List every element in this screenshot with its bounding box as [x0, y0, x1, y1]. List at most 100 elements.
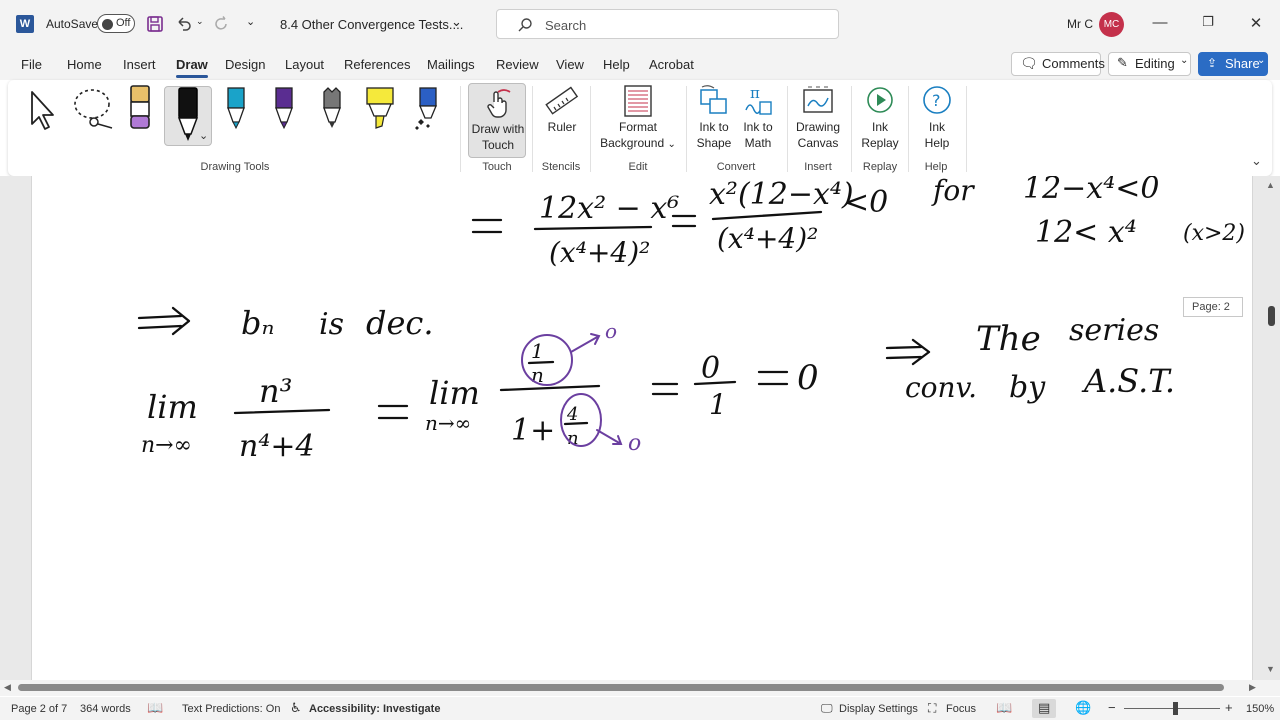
tab-mailings[interactable]: Mailings	[427, 57, 475, 72]
tab-review[interactable]: Review	[496, 57, 539, 72]
ink-to-math-icon[interactable]: π	[742, 84, 774, 118]
label-line: Background ⌄	[596, 135, 680, 153]
search-box[interactable]: Search	[496, 9, 839, 39]
tab-references[interactable]: References	[344, 57, 410, 72]
avatar[interactable]: MC	[1099, 12, 1124, 37]
ink-help-icon[interactable]: ?	[921, 84, 953, 116]
accessibility-status[interactable]: Accessibility: Investigate	[309, 703, 440, 715]
horizontal-scrollbar[interactable]: ◀ ▶	[0, 680, 1280, 696]
tab-view[interactable]: View	[556, 57, 584, 72]
pencil-icon: ✎	[1117, 55, 1128, 70]
read-mode-icon[interactable]: 📖	[996, 700, 1012, 716]
focus-mode[interactable]: Focus	[946, 703, 976, 715]
lasso-select-icon[interactable]	[70, 86, 118, 132]
scroll-right-icon[interactable]: ▶	[1249, 682, 1256, 693]
pen-options-chevron-icon[interactable]: ⌄	[199, 129, 208, 142]
drawing-canvas-label[interactable]: Drawing Canvas	[790, 119, 846, 151]
ink-help-label[interactable]: Ink Help	[913, 119, 961, 151]
comments-button[interactable]: 🗨 Comments	[1011, 52, 1105, 76]
highlighter-icon[interactable]	[364, 86, 396, 132]
share-icon: ⇪	[1207, 56, 1218, 70]
ink-to-shape-icon[interactable]	[698, 84, 730, 118]
autosave-toggle[interactable]: Off	[97, 14, 135, 33]
tab-acrobat[interactable]: Acrobat	[649, 57, 694, 72]
zoom-level[interactable]: 150%	[1246, 703, 1274, 715]
group-divider	[966, 86, 967, 172]
tab-draw[interactable]: Draw	[176, 57, 208, 78]
zoom-slider-track[interactable]	[1124, 708, 1220, 709]
format-background-icon[interactable]	[622, 84, 654, 118]
close-icon[interactable]: ✕	[1244, 14, 1268, 32]
svg-text:0: 0	[701, 351, 720, 386]
tab-insert[interactable]: Insert	[123, 57, 156, 72]
svg-text:conv.: conv.	[905, 371, 977, 404]
title-dropdown-icon[interactable]: ⌄	[451, 14, 462, 30]
label-line: Replay	[861, 136, 899, 150]
label-line: Ink to	[743, 120, 773, 134]
zoom-slider-thumb[interactable]	[1173, 702, 1178, 715]
cyan-pen-icon[interactable]	[224, 86, 248, 132]
action-pen-icon[interactable]	[412, 86, 440, 134]
word-count[interactable]: 364 words	[80, 703, 131, 715]
ink-replay-label[interactable]: Ink Replay	[856, 119, 904, 151]
restore-icon[interactable]: ❐	[1196, 14, 1220, 30]
document-title[interactable]: 8.4 Other Convergence Tests....	[280, 17, 463, 32]
ink-to-math-label[interactable]: Ink to Math	[734, 119, 782, 151]
display-settings[interactable]: Display Settings	[839, 703, 918, 715]
zoom-in-icon[interactable]: +	[1225, 700, 1233, 715]
purple-pen-icon[interactable]	[272, 86, 296, 132]
tab-file[interactable]: File	[21, 57, 42, 72]
eraser-icon[interactable]	[128, 84, 152, 132]
svg-text:12x² − x⁶: 12x² − x⁶	[539, 191, 679, 226]
svg-text:o: o	[628, 431, 641, 456]
ruler-icon[interactable]	[545, 86, 579, 118]
vertical-scroll-thumb[interactable]	[1268, 306, 1275, 326]
draw-with-touch-button[interactable]: Draw with Touch	[468, 83, 526, 158]
zoom-out-icon[interactable]: −	[1108, 700, 1116, 715]
ruler-label[interactable]: Ruler	[538, 119, 586, 135]
format-background-label[interactable]: Format Background ⌄	[596, 119, 680, 153]
scroll-up-icon[interactable]: ▲	[1266, 180, 1275, 190]
proofing-icon[interactable]: 📖	[147, 700, 163, 716]
redo-icon[interactable]	[212, 15, 230, 33]
vertical-scrollbar[interactable]: ▲ ▼	[1262, 180, 1280, 680]
scroll-left-icon[interactable]: ◀	[4, 682, 11, 693]
drawing-canvas-icon[interactable]	[802, 84, 834, 118]
label-line: Math	[744, 136, 772, 150]
editing-label: Editing	[1135, 56, 1175, 71]
pencil-tool-icon[interactable]	[320, 86, 344, 132]
save-icon[interactable]	[146, 15, 164, 33]
print-layout-button[interactable]: ▤	[1032, 699, 1056, 718]
tab-design[interactable]: Design	[225, 57, 265, 72]
minimize-icon[interactable]: —	[1148, 14, 1172, 31]
focus-icon: ⛶	[928, 701, 937, 715]
group-divider	[851, 86, 852, 172]
print-layout-icon: ▤	[1038, 700, 1051, 715]
svg-text:x²(12−x⁴): x²(12−x⁴)	[709, 177, 854, 212]
toggle-knob	[102, 18, 113, 30]
tab-home[interactable]: Home	[67, 57, 102, 72]
select-arrow-icon[interactable]	[26, 88, 62, 132]
document-page[interactable]: 12x² − x⁶ (x⁴+4)² x²(12−x⁴) (x⁴+4)² <0 f…	[31, 176, 1253, 680]
undo-icon[interactable]	[175, 15, 193, 33]
web-layout-icon[interactable]: 🌐	[1075, 700, 1091, 716]
horizontal-scroll-thumb[interactable]	[18, 684, 1224, 691]
customize-toolbar-icon[interactable]: ⌄	[246, 15, 255, 28]
label-line: Drawing	[795, 120, 840, 134]
share-button[interactable]: ⇪ Share ⌄	[1198, 52, 1268, 76]
tab-help[interactable]: Help	[603, 57, 630, 72]
text-predictions[interactable]: Text Predictions: On	[182, 703, 280, 715]
label-line: Ink	[871, 120, 888, 134]
svg-text:bₙ: bₙ	[241, 304, 274, 342]
ink-to-shape-label[interactable]: Ink to Shape	[690, 119, 738, 151]
undo-dropdown-icon[interactable]: ⌄	[196, 16, 204, 27]
tab-layout[interactable]: Layout	[285, 57, 324, 72]
collapse-ribbon-icon[interactable]: ⌄	[1251, 153, 1262, 169]
scroll-down-icon[interactable]: ▼	[1266, 664, 1275, 674]
word-logo-icon: W	[16, 15, 34, 33]
editing-button[interactable]: ✎ Editing ⌄	[1108, 52, 1191, 76]
ink-replay-icon[interactable]	[864, 84, 896, 116]
user-name[interactable]: Mr C	[1067, 17, 1093, 31]
page-count[interactable]: Page 2 of 7	[11, 703, 67, 715]
comment-icon: 🗨	[1020, 55, 1038, 71]
